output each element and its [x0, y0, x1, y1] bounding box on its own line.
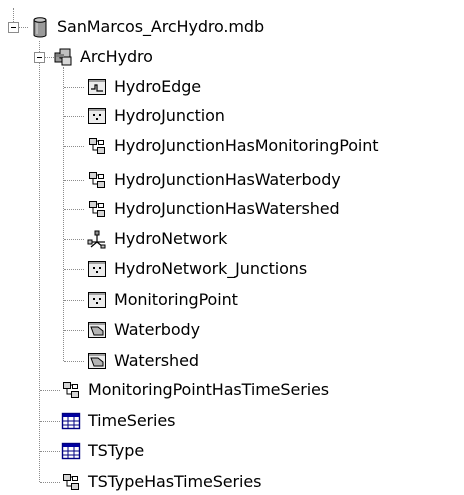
- tree-node-label: TSTypeHasTimeSeries: [88, 472, 262, 491]
- tree-line-h: [64, 87, 84, 88]
- tree-node-monitoringpointhastimeseries[interactable]: MonitoringPointHasTimeSeries: [60, 375, 329, 405]
- feature-dataset-icon: [52, 46, 74, 68]
- tree-node-watershed[interactable]: Watershed: [86, 346, 199, 376]
- tree-node-monitoringpoint[interactable]: MonitoringPoint: [86, 285, 238, 315]
- database-icon: [29, 16, 51, 38]
- tree-node-tstype[interactable]: TSType: [60, 436, 144, 466]
- tree-node-label: HydroJunctionHasMonitoringPoint: [114, 136, 379, 155]
- tree-node-label: HydroEdge: [114, 77, 202, 96]
- relationship-class-icon: [60, 471, 82, 493]
- collapse-dataset-button[interactable]: [34, 52, 45, 63]
- polygon-feature-class-icon: [86, 350, 108, 372]
- tree-line-h: [40, 451, 60, 452]
- line-feature-class-icon: [86, 76, 108, 98]
- tree-line-h: [40, 390, 60, 391]
- tree-node-label: ArcHydro: [80, 47, 153, 66]
- point-feature-class-icon: [86, 258, 108, 280]
- tree-node-timeseries[interactable]: TimeSeries: [60, 406, 175, 436]
- tree-node-hydronetwork[interactable]: HydroNetwork: [86, 224, 227, 254]
- collapse-root-button[interactable]: [8, 22, 19, 33]
- geometric-network-icon: [86, 228, 108, 250]
- tree-line-h: [64, 180, 84, 181]
- tree-line-root-children: [39, 41, 40, 482]
- point-feature-class-icon: [86, 289, 108, 311]
- table-icon: [60, 440, 82, 462]
- tree-line-h: [64, 209, 84, 210]
- tree-line-h: [40, 482, 60, 483]
- tree-node-hydrojunctionhaswaterbody[interactable]: HydroJunctionHasWaterbody: [86, 165, 341, 195]
- tree-line-h: [64, 330, 84, 331]
- tree-line-h: [64, 361, 84, 362]
- tree-line-h: [64, 116, 84, 117]
- tree-node-hydrojunctionhasmonitoringpoint[interactable]: HydroJunctionHasMonitoringPoint: [86, 131, 379, 161]
- tree-node-label: MonitoringPoint: [114, 290, 238, 309]
- tree-node-label: SanMarcos_ArcHydro.mdb: [57, 17, 265, 36]
- tree-line-h: [64, 239, 84, 240]
- tree-line-root: [13, 8, 14, 22]
- table-icon: [60, 410, 82, 432]
- tree-node-tstypehastimeseries[interactable]: TSTypeHasTimeSeries: [60, 467, 261, 495]
- tree-node-label: MonitoringPointHasTimeSeries: [88, 380, 330, 399]
- tree-node-hydrojunctionhaswatershed[interactable]: HydroJunctionHasWatershed: [86, 194, 340, 224]
- tree-line-h: [19, 27, 28, 28]
- tree-node-label: Waterbody: [114, 320, 200, 339]
- tree-node-hydronetwork-junctions[interactable]: HydroNetwork_Junctions: [86, 254, 307, 284]
- relationship-class-icon: [86, 198, 108, 220]
- polygon-feature-class-icon: [86, 319, 108, 341]
- relationship-class-icon: [86, 169, 108, 191]
- tree-node-label: HydroJunctionHasWaterbody: [114, 170, 341, 189]
- tree-node-label: Watershed: [114, 351, 199, 370]
- point-feature-class-icon: [86, 105, 108, 127]
- tree-node-label: HydroNetwork_Junctions: [114, 259, 308, 278]
- tree-node-dataset[interactable]: ArcHydro: [52, 42, 153, 72]
- tree-node-label: HydroJunctionHasWatershed: [114, 199, 340, 218]
- tree-node-label: HydroJunction: [114, 106, 225, 125]
- tree-node-hydroedge[interactable]: HydroEdge: [86, 72, 201, 102]
- tree-node-waterbody[interactable]: Waterbody: [86, 315, 200, 345]
- tree-line-h: [64, 269, 84, 270]
- tree-line-dataset-children: [63, 67, 64, 361]
- tree-line-h: [64, 146, 84, 147]
- tree-node-label: TSType: [88, 441, 145, 460]
- tree-node-label: TimeSeries: [88, 411, 176, 430]
- tree-node-root[interactable]: SanMarcos_ArcHydro.mdb: [29, 12, 264, 42]
- relationship-class-icon: [86, 135, 108, 157]
- catalog-tree: SanMarcos_ArcHydro.mdb ArcHydro HydroEdg…: [0, 0, 464, 495]
- tree-line-h: [64, 300, 84, 301]
- tree-line-h: [40, 421, 60, 422]
- tree-node-label: HydroNetwork: [114, 229, 228, 248]
- tree-node-hydrojunction[interactable]: HydroJunction: [86, 101, 225, 131]
- relationship-class-icon: [60, 379, 82, 401]
